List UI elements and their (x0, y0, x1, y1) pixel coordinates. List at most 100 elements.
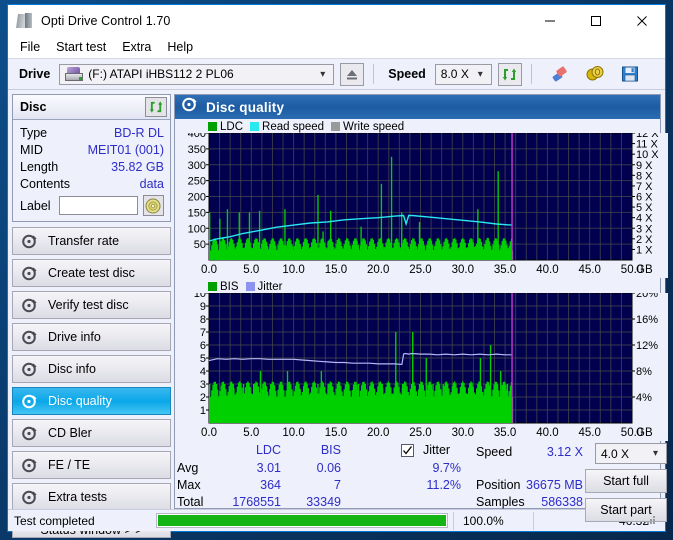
svg-text:35.0: 35.0 (494, 264, 516, 276)
test-speed-select[interactable]: 4.0 X ▾ (595, 443, 667, 464)
disc-row-length: Length 35.82 GB (20, 158, 164, 175)
sidebar-item-extra-tests[interactable]: Extra tests (12, 483, 171, 511)
menu-help[interactable]: Help (164, 38, 201, 57)
disc-properties: Type BD-R DL MID MEIT01 (001) Length 35.… (13, 120, 170, 221)
legend-swatch-write-speed (331, 122, 341, 131)
charts-container: LDC Read speed Write speed 400 350 300 250 2… (175, 119, 668, 441)
test-speed-value: 4.0 X (601, 446, 630, 461)
eraser-icon[interactable] (545, 61, 574, 87)
svg-text:2: 2 (200, 392, 206, 404)
eject-button[interactable] (340, 62, 365, 86)
status-message: Test completed (14, 513, 95, 528)
svg-text:8%: 8% (636, 366, 652, 378)
legend-swatch-bis (208, 282, 217, 291)
svg-text:9: 9 (200, 301, 206, 313)
chevron-down-icon: ▾ (320, 68, 326, 80)
svg-text:20.0: 20.0 (367, 427, 389, 439)
svg-text:40.0: 40.0 (536, 427, 558, 439)
window-title: Opti Drive Control 1.70 (41, 13, 171, 28)
stats-bis-avg: 0.06 (316, 461, 341, 475)
main-area: Disc quality LDC Read speed Write speed … (174, 90, 668, 522)
sidebar-item-drive-info[interactable]: Drive info (12, 323, 171, 351)
sidebar-item-disc-quality[interactable]: Disc quality (12, 387, 171, 415)
sidebar-item-transfer-rate[interactable]: Transfer rate (12, 227, 171, 255)
toolbar-separator (373, 64, 375, 84)
sidebar-item-label: Drive info (48, 330, 101, 344)
maximize-icon[interactable] (573, 5, 619, 36)
menu-start-test[interactable]: Start test (53, 38, 114, 57)
legend-swatch-jitter (245, 282, 255, 291)
menu-extra[interactable]: Extra (119, 38, 159, 57)
legend-swatch-ldc (208, 122, 217, 131)
sidebar-item-disc-info[interactable]: Disc info (12, 355, 171, 383)
svg-text:20.0: 20.0 (367, 264, 389, 276)
disc-label-row: Label (20, 195, 164, 216)
svg-text:10.0: 10.0 (282, 264, 304, 276)
sidebar-item-cd-bler[interactable]: CD Bler (12, 419, 171, 447)
compact-disc-icon[interactable] (142, 195, 164, 216)
svg-text:250: 250 (188, 176, 206, 188)
svg-text:50: 50 (194, 239, 206, 251)
disc-icon (22, 330, 37, 345)
svg-text:15.0: 15.0 (325, 264, 347, 276)
stats-ldc-avg: 3.01 (256, 461, 281, 475)
stats-ldc-total: 1768551 (232, 495, 281, 509)
sidebar-item-verify-test-disc[interactable]: Verify test disc (12, 291, 171, 319)
toolbar: Drive (F:) ATAPI iHBS112 2 PL06 ▾ Speed … (8, 58, 665, 90)
legend-label-read-speed: Read speed (262, 120, 325, 133)
sidebar-item-label: Extra tests (48, 490, 108, 504)
statistics-panel: LDC BIS Jitter Avg Max Total 3.01 364 17… (175, 441, 667, 522)
disc-label-input[interactable] (58, 196, 138, 215)
toolbar-separator (530, 64, 532, 84)
stats-bis-total: 33349 (306, 495, 341, 509)
menu-bar: File Start test Extra Help (8, 36, 665, 58)
disc-icon (22, 234, 37, 249)
svg-text:4: 4 (200, 366, 206, 378)
svg-text:20%: 20% (636, 293, 658, 300)
stats-speed-label: Speed (476, 445, 513, 459)
sidebar-item-fe-te[interactable]: FE / TE (12, 451, 171, 479)
svg-text:15.0: 15.0 (325, 427, 347, 439)
refresh-disc-button[interactable] (145, 97, 167, 117)
window-controls (527, 5, 665, 36)
drive-select-value: (F:) ATAPI iHBS112 2 PL06 (88, 67, 234, 81)
top-chart: 400 350 300 250 200 150 100 50 12 X 11 X 10 X9 X8 … (177, 133, 668, 278)
resize-grip[interactable] (646, 515, 655, 524)
disc-info-panel: Disc Type BD-R DL MID MEIT01 (001) Lengt… (12, 94, 171, 222)
svg-text:4%: 4% (636, 392, 652, 404)
application-window: Opti Drive Control 1.70 File Start test … (7, 4, 668, 538)
disc-row-value: data (139, 176, 164, 191)
legend-label-write-speed: Write speed (343, 120, 405, 133)
close-icon[interactable] (619, 5, 665, 36)
sidebar-item-label: Transfer rate (48, 234, 120, 248)
refresh-drive-button[interactable] (497, 62, 522, 86)
svg-text:0.0: 0.0 (201, 264, 217, 276)
svg-text:12%: 12% (636, 340, 658, 352)
svg-text:25.0: 25.0 (409, 427, 431, 439)
disc-row-key: Length (20, 159, 59, 174)
disc-icon (22, 426, 37, 441)
menu-file[interactable]: File (17, 38, 48, 57)
legend-label-bis: BIS (220, 280, 239, 293)
sidebar-item-create-test-disc[interactable]: Create test disc (12, 259, 171, 287)
svg-text:35.0: 35.0 (494, 427, 516, 439)
stats-samples-label: Samples (476, 495, 525, 509)
coins-icon[interactable] (580, 61, 609, 87)
speed-select[interactable]: 8.0 X ▾ (434, 63, 492, 85)
bottom-chart-legend: BIS Jitter (177, 280, 658, 293)
disc-row-value: 35.82 GB (111, 159, 164, 174)
drive-icon (65, 67, 84, 81)
disc-label-key: Label (20, 198, 51, 213)
minimize-icon[interactable] (527, 5, 573, 36)
drive-select[interactable]: (F:) ATAPI iHBS112 2 PL06 ▾ (59, 63, 335, 85)
stats-row-avg-label: Avg (177, 461, 199, 475)
start-full-button[interactable]: Start full (585, 469, 667, 493)
floppy-save-icon[interactable] (615, 61, 644, 87)
svg-text:45.0: 45.0 (579, 264, 601, 276)
svg-text:5: 5 (200, 353, 206, 365)
bottom-chart: 10 9 8 7 6 5 4 3 2 1 20% 16% 12% 8% 4% 0.0 5.0 10.0 15.0 20… (177, 293, 668, 441)
disc-row-value: BD-R DL (113, 125, 164, 140)
jitter-checkbox[interactable] (401, 444, 414, 457)
svg-text:30.0: 30.0 (452, 427, 474, 439)
disc-icon (22, 362, 37, 377)
